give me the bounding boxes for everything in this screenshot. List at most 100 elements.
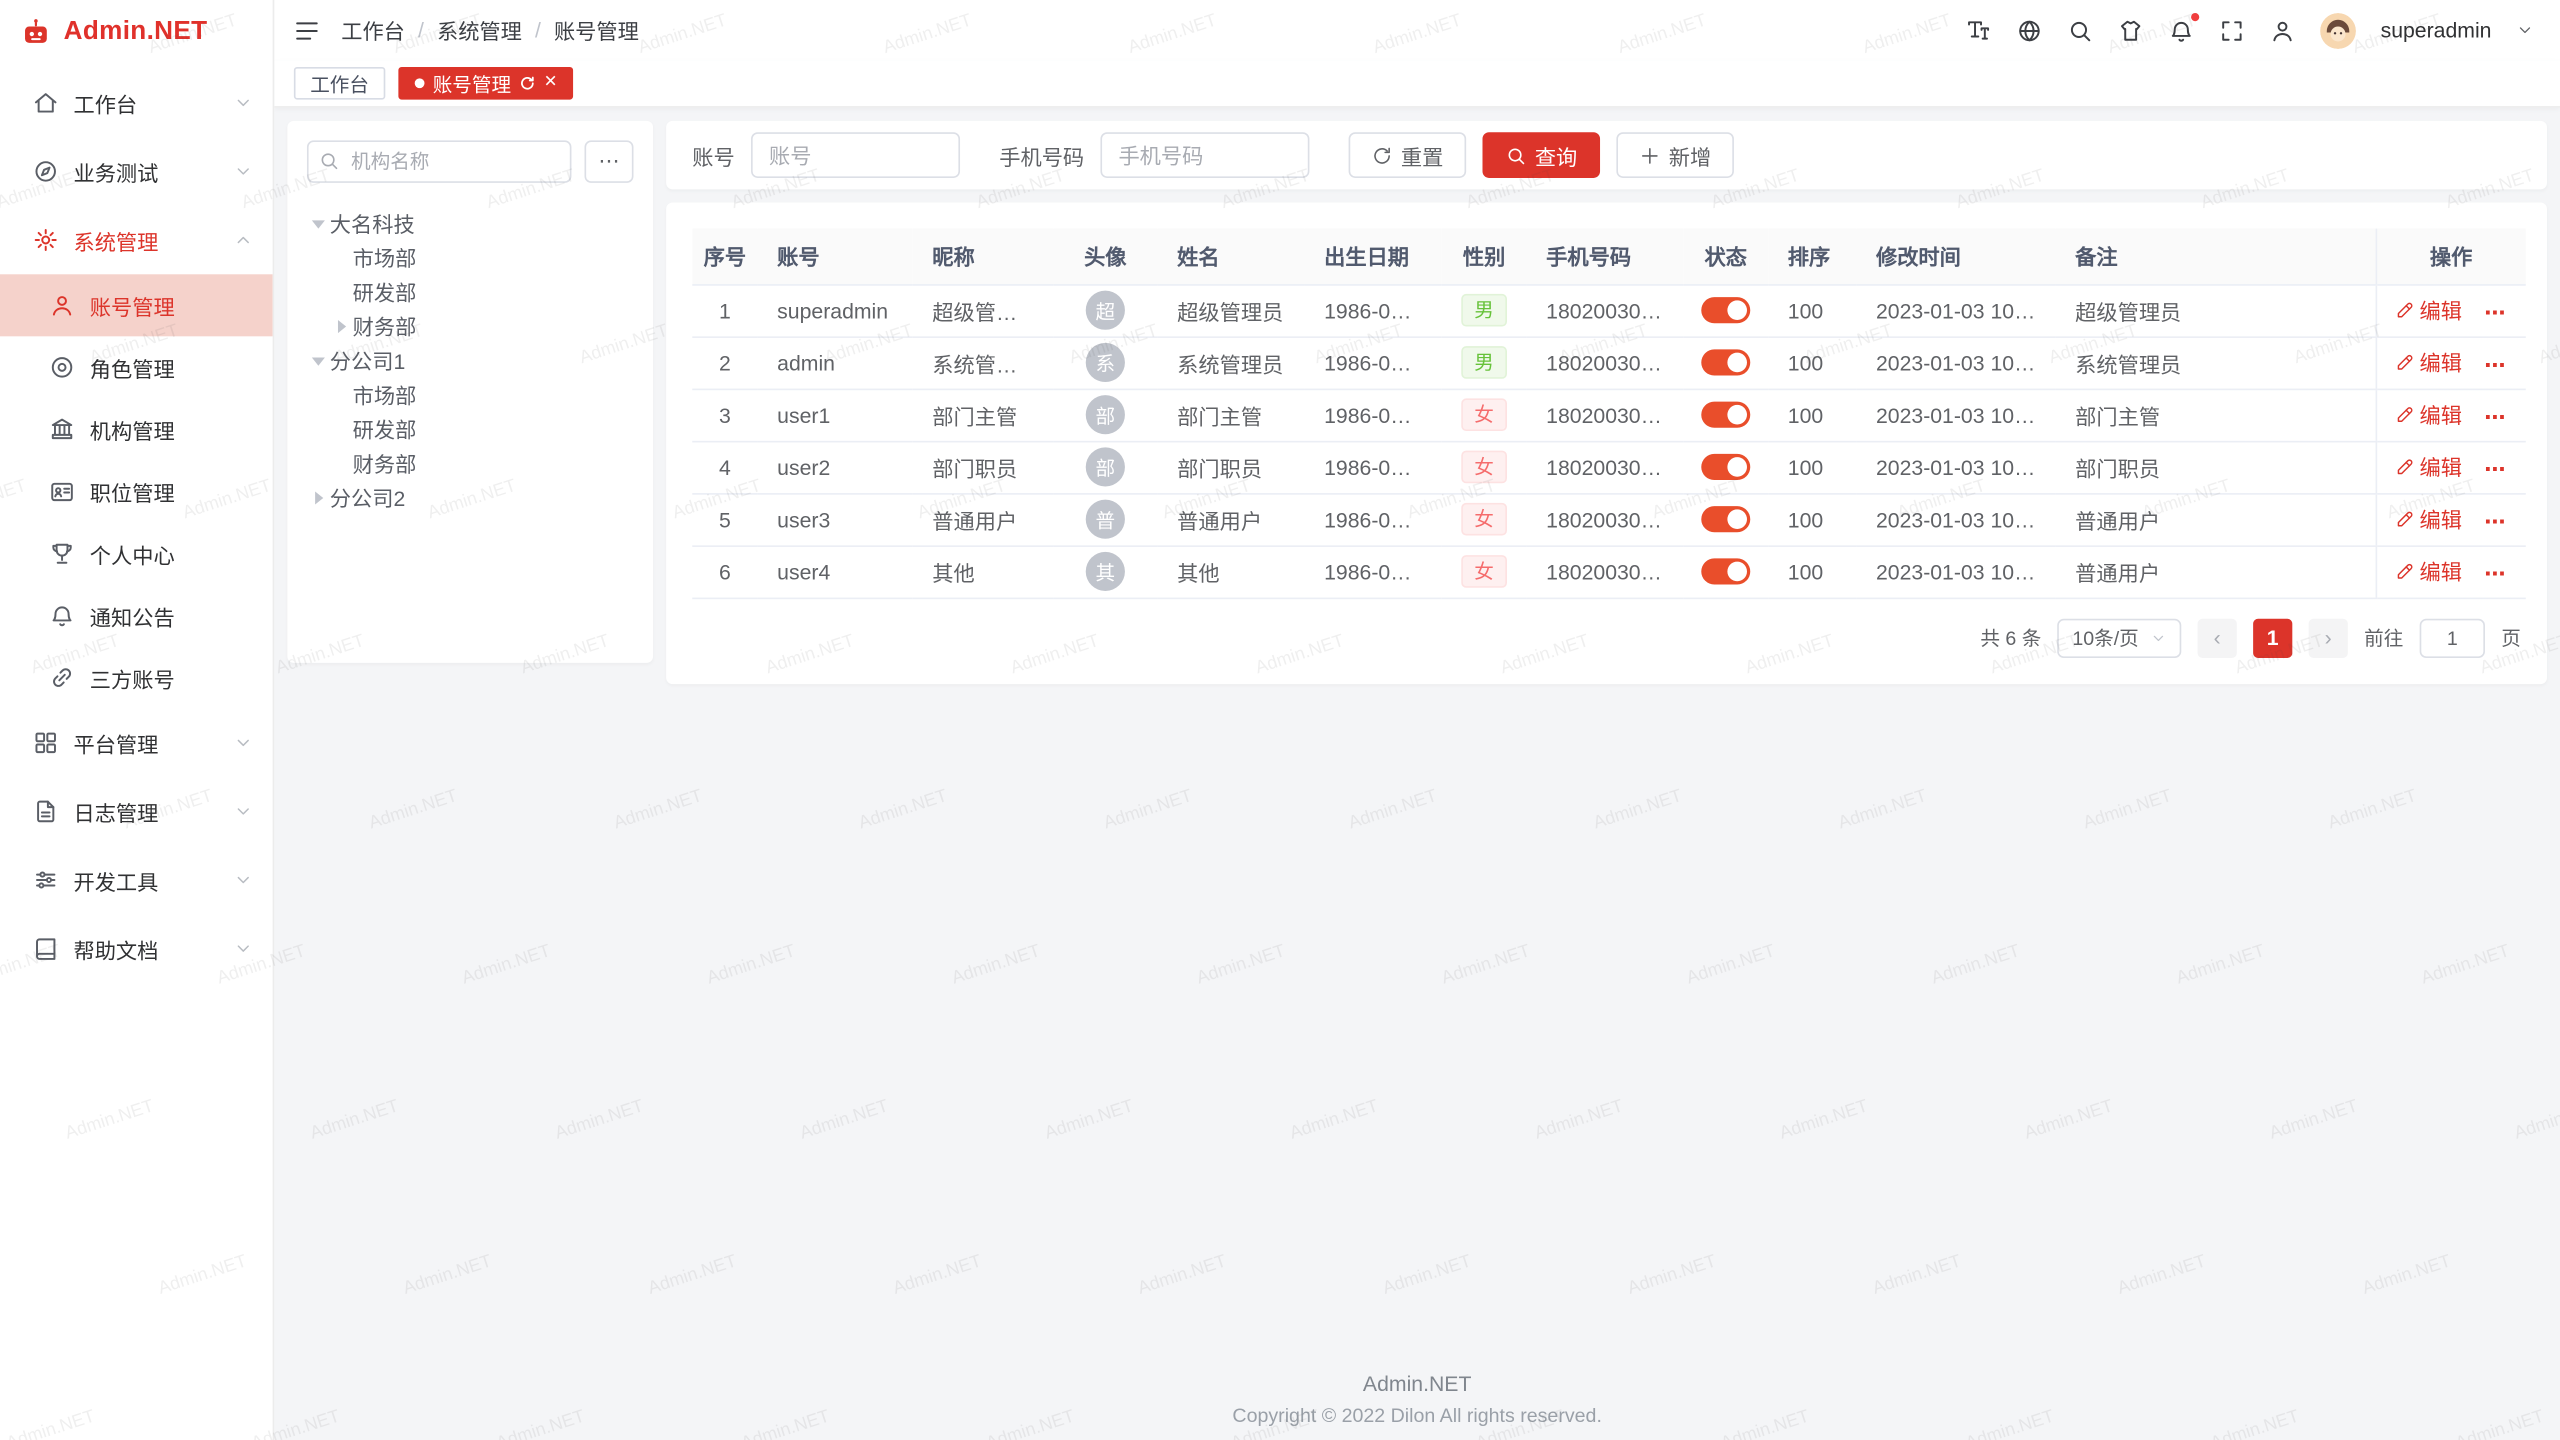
tree-more-button[interactable]: ⋯ <box>585 140 634 182</box>
search-button[interactable]: 查询 <box>1483 132 1601 178</box>
chevron-down-icon <box>233 802 253 822</box>
sidebar-item-role-management[interactable]: 角色管理 <box>0 336 273 398</box>
table-row: 1 superadmin 超级管理员 超 超级管理员 1986-06-28 男 … <box>692 284 2526 336</box>
org-search-input[interactable] <box>307 140 571 182</box>
tree-node[interactable]: 市场部 <box>307 377 634 411</box>
phone-filter-input[interactable] <box>1100 132 1309 178</box>
sidebar-item-personal-center[interactable]: 个人中心 <box>0 522 273 584</box>
close-icon[interactable]: ✕ <box>544 75 558 91</box>
cell-order: 100 <box>1768 545 1856 597</box>
cell-index: 3 <box>692 389 757 441</box>
sidebar-item-log-management[interactable]: 日志管理 <box>0 777 273 846</box>
status-toggle[interactable] <box>1701 350 1750 376</box>
link-icon <box>49 665 75 691</box>
current-page-button[interactable]: 1 <box>2253 618 2292 657</box>
sidebar-item-org-management[interactable]: 机构管理 <box>0 398 273 460</box>
caret-down-icon[interactable] <box>307 349 330 372</box>
collapse-menu-icon[interactable] <box>294 17 320 43</box>
row-avatar: 系 <box>1086 343 1125 382</box>
sidebar-item-third-party-account[interactable]: 三方账号 <box>0 647 273 709</box>
grid-icon <box>33 730 59 756</box>
add-button[interactable]: 新增 <box>1616 132 1734 178</box>
edit-button[interactable]: 编辑 <box>2395 294 2462 325</box>
tree-node[interactable]: 财务部 <box>307 309 634 343</box>
reset-button[interactable]: 重置 <box>1349 132 1467 178</box>
sidebar-item-workbench[interactable]: 工作台 <box>0 69 273 138</box>
content: ⋯ 大名科技 市场部 研发部 财务部 分公司1 市场部 研发部 财务部 分公司2 <box>274 108 2560 1440</box>
status-toggle[interactable] <box>1701 559 1750 585</box>
breadcrumb-item[interactable]: 系统管理 <box>437 15 522 46</box>
sidebar-item-help-docs[interactable]: 帮助文档 <box>0 914 273 983</box>
more-actions-button[interactable]: ⋯ <box>2484 405 2507 429</box>
tab-account-management[interactable]: 账号管理 ✕ <box>398 67 573 100</box>
gender-badge: 男 <box>1461 294 1507 327</box>
sidebar-item-dev-tools[interactable]: 开发工具 <box>0 846 273 915</box>
caret-right-icon[interactable] <box>330 314 353 337</box>
cell-birth: 1986-06-28 <box>1305 284 1442 336</box>
cell-gender: 女 <box>1442 493 1527 545</box>
tree-node-label: 市场部 <box>353 379 417 410</box>
sidebar-item-system-management[interactable]: 系统管理 <box>0 206 273 275</box>
chevron-down-icon[interactable] <box>2516 21 2534 39</box>
cell-gender: 男 <box>1442 284 1527 336</box>
status-toggle[interactable] <box>1701 298 1750 324</box>
status-toggle[interactable] <box>1701 402 1750 428</box>
profile-icon[interactable] <box>2270 17 2296 43</box>
cell-remark: 普通用户 <box>2056 493 2376 545</box>
tree-node[interactable]: 研发部 <box>307 274 634 308</box>
tree-node[interactable]: 财务部 <box>307 446 634 480</box>
tab-workbench[interactable]: 工作台 <box>294 67 385 100</box>
edit-button[interactable]: 编辑 <box>2395 451 2462 482</box>
cell-status <box>1683 284 1768 336</box>
fullscreen-icon[interactable] <box>2219 17 2245 43</box>
cell-actions: 编辑 ⋯ <box>2376 389 2526 441</box>
edit-button[interactable]: 编辑 <box>2395 556 2462 587</box>
status-toggle[interactable] <box>1701 454 1750 480</box>
app-logo[interactable]: Admin.NET <box>0 0 273 65</box>
more-actions-button[interactable]: ⋯ <box>2484 561 2507 585</box>
more-actions-button[interactable]: ⋯ <box>2484 352 2507 376</box>
next-page-button[interactable]: › <box>2309 618 2348 657</box>
sidebar-item-business-test[interactable]: 业务测试 <box>0 137 273 206</box>
more-actions-button[interactable]: ⋯ <box>2484 457 2507 481</box>
avatar[interactable] <box>2320 12 2356 48</box>
sidebar-item-label: 系统管理 <box>73 224 218 255</box>
table-body: 1 superadmin 超级管理员 超 超级管理员 1986-06-28 男 … <box>692 284 2526 597</box>
tree-node[interactable]: 分公司1 <box>307 343 634 377</box>
prev-page-button[interactable]: ‹ <box>2198 618 2237 657</box>
tree-node[interactable]: 市场部 <box>307 240 634 274</box>
row-avatar: 其 <box>1086 552 1125 591</box>
account-filter-input[interactable] <box>751 132 960 178</box>
tree-node[interactable]: 大名科技 <box>307 206 634 240</box>
page-size-select[interactable]: 10条/页 <box>2058 618 2182 657</box>
goto-page-input[interactable] <box>2420 618 2485 657</box>
sidebar-item-notice[interactable]: 通知公告 <box>0 585 273 647</box>
search-icon[interactable] <box>2067 17 2093 43</box>
tree-node[interactable]: 分公司2 <box>307 480 634 514</box>
edit-label: 编辑 <box>2420 556 2462 587</box>
refresh-icon[interactable] <box>519 75 535 91</box>
language-icon[interactable] <box>2016 17 2042 43</box>
more-actions-button[interactable]: ⋯ <box>2484 300 2507 324</box>
edit-label: 编辑 <box>2420 451 2462 482</box>
edit-icon <box>2395 405 2415 425</box>
sidebar-item-platform-management[interactable]: 平台管理 <box>0 709 273 778</box>
theme-icon[interactable] <box>2118 17 2144 43</box>
sidebar-item-account-management[interactable]: 账号管理 <box>0 274 273 336</box>
breadcrumb-item[interactable]: 工作台 <box>341 15 405 46</box>
edit-button[interactable]: 编辑 <box>2395 503 2462 534</box>
caret-down-icon[interactable] <box>307 211 330 234</box>
tree-node[interactable]: 研发部 <box>307 411 634 445</box>
cell-mtime: 2023-01-03 10:59:44 <box>1856 336 2055 388</box>
notification-icon[interactable] <box>2168 17 2194 43</box>
caret-right-icon[interactable] <box>307 486 330 509</box>
search-icon <box>318 150 339 171</box>
username[interactable]: superadmin <box>2381 18 2492 42</box>
cell-gender: 女 <box>1442 441 1527 493</box>
font-size-icon[interactable] <box>1966 17 1992 43</box>
edit-button[interactable]: 编辑 <box>2395 399 2462 430</box>
more-actions-button[interactable]: ⋯ <box>2484 509 2507 533</box>
sidebar-item-position-management[interactable]: 职位管理 <box>0 460 273 522</box>
edit-button[interactable]: 编辑 <box>2395 347 2462 378</box>
status-toggle[interactable] <box>1701 507 1750 533</box>
